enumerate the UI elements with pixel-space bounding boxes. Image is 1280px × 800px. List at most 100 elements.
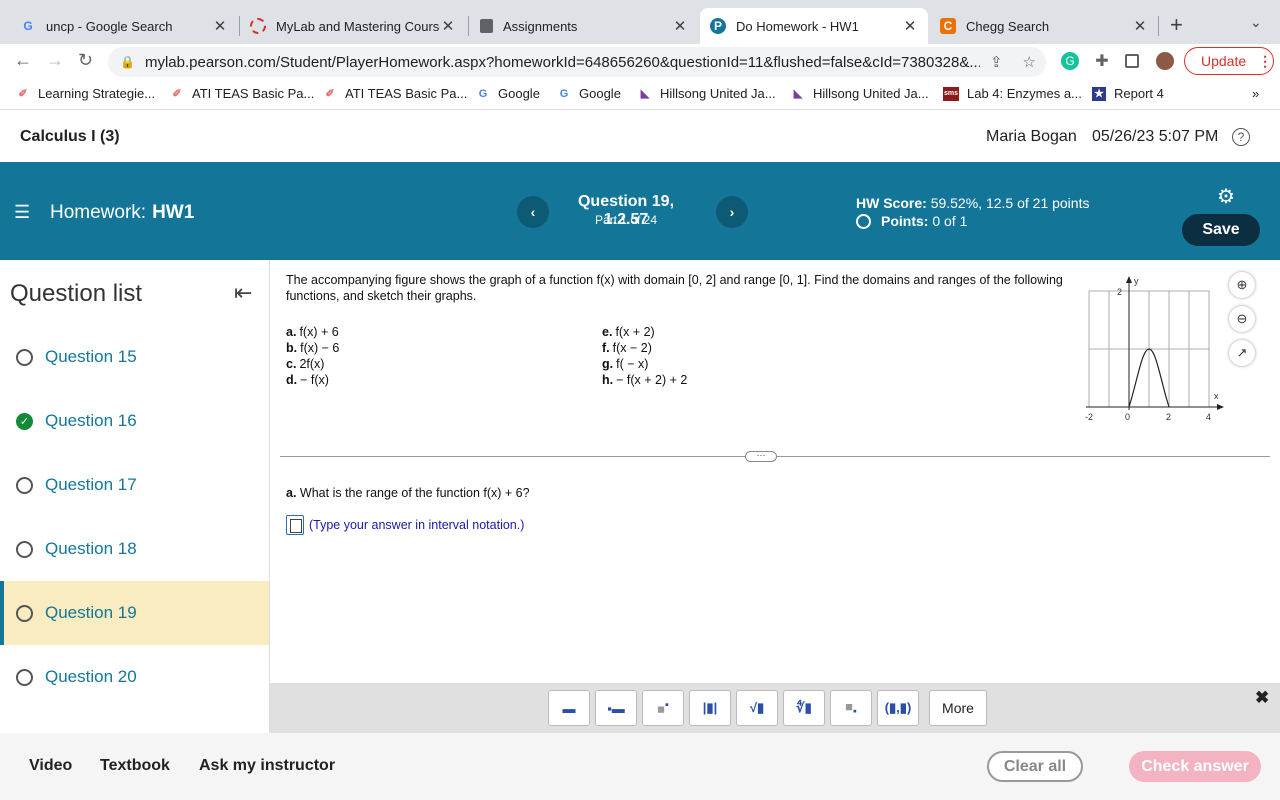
parts-left: a. f(x) + 6 b. f(x) − 6 c. 2f(x) d. − f(x) xyxy=(286,324,339,388)
more-bookmarks-icon[interactable]: » xyxy=(1252,86,1259,101)
tab-chegg-search[interactable]: C Chegg Search ✕ xyxy=(930,8,1158,44)
nth-root-button[interactable]: ∜▮ xyxy=(783,690,825,726)
unanswered-icon xyxy=(16,604,33,622)
close-tab-icon[interactable]: ✕ xyxy=(440,17,456,35)
subscript-button[interactable]: ■▪ xyxy=(830,690,872,726)
parts-right: e. f(x + 2) f. f(x − 2) g. f( − x) h. − f(x … xyxy=(602,324,687,388)
part-key: c. xyxy=(286,357,297,371)
question-item-16[interactable]: ✓ Question 16 xyxy=(0,389,269,453)
resize-handle-icon[interactable]: ··· xyxy=(745,451,777,462)
bookmark-ati-teas-2[interactable]: ✐ ATI TEAS Basic Pa... xyxy=(323,86,467,101)
part-expr: f(x − 2) xyxy=(612,341,652,355)
part-key: g. xyxy=(602,357,614,371)
close-tab-icon[interactable]: ✕ xyxy=(212,17,228,35)
bookmark-label: ATI TEAS Basic Pa... xyxy=(345,86,468,101)
bookmark-google-1[interactable]: G Google xyxy=(476,86,540,101)
open-external-icon[interactable]: ↗ xyxy=(1229,340,1255,366)
bookmark-lab4[interactable]: sms Lab 4: Enzymes a... xyxy=(943,86,1082,101)
part-key: h. xyxy=(602,373,614,387)
tab-do-homework[interactable]: P Do Homework - HW1 ✕ xyxy=(700,8,928,44)
bookmark-ati-teas-1[interactable]: ✐ ATI TEAS Basic Pa... xyxy=(170,86,314,101)
close-icon[interactable]: ✖ xyxy=(1255,688,1269,708)
question-item-20[interactable]: Question 20 xyxy=(0,645,269,709)
mixed-number-button[interactable]: ▪▬ xyxy=(595,690,637,726)
star-icon[interactable]: ☆ xyxy=(1023,53,1036,71)
unanswered-icon xyxy=(16,668,33,686)
bookmark-hillsong-1[interactable]: ◣ Hillsong United Ja... xyxy=(638,86,776,101)
homework-name: HW1 xyxy=(152,202,195,223)
ask-instructor-link[interactable]: Ask my instructor xyxy=(199,757,335,775)
question-text: What is the range of the function f(x) +… xyxy=(299,486,530,500)
share-icon[interactable]: ⇪ xyxy=(990,53,1003,71)
hillsong-icon: ◣ xyxy=(793,88,803,100)
close-tab-icon[interactable]: ✕ xyxy=(672,17,688,35)
part-item: d. − f(x) xyxy=(286,372,339,388)
bookmark-learning-strategies[interactable]: ✐ Learning Strategie... xyxy=(16,86,155,101)
save-button[interactable]: Save xyxy=(1182,214,1260,246)
hw-score-label: HW Score: xyxy=(856,195,927,211)
chevron-down-icon[interactable]: ⌄ xyxy=(1250,14,1262,31)
fraction-button[interactable]: ▬ xyxy=(548,690,590,726)
x-axis-label: x xyxy=(1214,391,1219,401)
side-panel-icon[interactable] xyxy=(1125,54,1139,68)
hamburger-menu-icon[interactable]: ☰ xyxy=(14,202,30,223)
tab-assignments[interactable]: Assignments ✕ xyxy=(470,8,698,44)
pearson-ring-icon xyxy=(250,18,266,34)
bookmark-google-2[interactable]: G Google xyxy=(557,86,621,101)
bookmark-report4[interactable]: ★ Report 4 xyxy=(1092,86,1164,101)
subscript-icon: ■▪ xyxy=(845,698,857,718)
homework-prefix: Homework: xyxy=(50,202,147,223)
question-item-18[interactable]: Question 18 xyxy=(0,517,269,581)
grammarly-icon[interactable]: G xyxy=(1061,52,1079,70)
tab-mylab-course[interactable]: MyLab and Mastering Course ✕ xyxy=(240,8,466,44)
check-answer-button[interactable]: Check answer xyxy=(1129,751,1261,782)
new-tab-icon[interactable]: + xyxy=(1170,12,1183,38)
part-item: g. f( − x) xyxy=(602,356,687,372)
zoom-out-icon[interactable]: ⊖ xyxy=(1229,306,1255,332)
collapse-panel-icon[interactable]: ⇤ xyxy=(234,280,252,306)
square-root-button[interactable]: √▮ xyxy=(736,690,778,726)
problem-statement: The accompanying figure shows the graph … xyxy=(286,273,1063,303)
close-tab-icon[interactable]: ✕ xyxy=(902,17,918,35)
bookmark-label: Learning Strategie... xyxy=(38,86,156,101)
question-item-19[interactable]: Question 19 xyxy=(0,581,269,645)
zoom-in-icon[interactable]: ⊕ xyxy=(1229,272,1255,298)
checkmark-icon: ✓ xyxy=(16,412,33,430)
reload-icon[interactable]: ↻ xyxy=(78,50,93,71)
unanswered-icon xyxy=(16,348,33,366)
previous-question-button[interactable]: ‹ xyxy=(517,196,549,228)
points: Points: 0 of 1 xyxy=(856,213,967,229)
address-bar[interactable]: 🔒 mylab.pearson.com/Student/PlayerHomewo… xyxy=(108,47,1046,77)
tab-google-search[interactable]: G uncp - Google Search ✕ xyxy=(10,8,238,44)
question-item-17[interactable]: Question 17 xyxy=(0,453,269,517)
gear-icon[interactable]: ⚙ xyxy=(1217,184,1235,209)
course-title: Calculus I (3) xyxy=(20,128,120,145)
extensions-icon[interactable]: ✚ xyxy=(1093,52,1111,70)
absolute-value-button[interactable]: |▮| xyxy=(689,690,731,726)
x-tick-label: 4 xyxy=(1206,412,1211,422)
profile-avatar[interactable] xyxy=(1156,52,1174,70)
update-button[interactable]: Update ⋮ xyxy=(1184,47,1274,75)
question-part: Part 1 of 24 xyxy=(594,213,658,227)
help-icon[interactable]: ? xyxy=(1232,128,1250,146)
close-tab-icon[interactable]: ✕ xyxy=(1132,17,1148,35)
chegg-icon: C xyxy=(940,18,956,34)
back-icon[interactable]: ← xyxy=(14,50,32,71)
part-key: e. xyxy=(602,325,613,339)
tab-title: Assignments xyxy=(503,18,578,34)
video-link[interactable]: Video xyxy=(29,757,72,775)
more-button[interactable]: More xyxy=(929,690,987,726)
part-key: f. xyxy=(602,341,610,355)
answer-input[interactable] xyxy=(286,515,304,535)
x-axis-arrow xyxy=(1217,404,1224,410)
bookmark-hillsong-2[interactable]: ◣ Hillsong United Ja... xyxy=(791,86,929,101)
textbook-link[interactable]: Textbook xyxy=(100,757,170,775)
forward-icon[interactable]: → xyxy=(46,50,64,71)
clear-all-button[interactable]: Clear all xyxy=(987,751,1083,782)
part-expr: − f(x + 2) + 2 xyxy=(616,373,688,387)
question-item-15[interactable]: Question 15 xyxy=(0,325,269,389)
exponent-button[interactable]: ■▪ xyxy=(642,690,684,726)
interval-button[interactable]: (▮,▮) xyxy=(877,690,919,726)
next-question-button[interactable]: › xyxy=(716,196,748,228)
mixed-number-icon: ▪▬ xyxy=(607,700,625,716)
